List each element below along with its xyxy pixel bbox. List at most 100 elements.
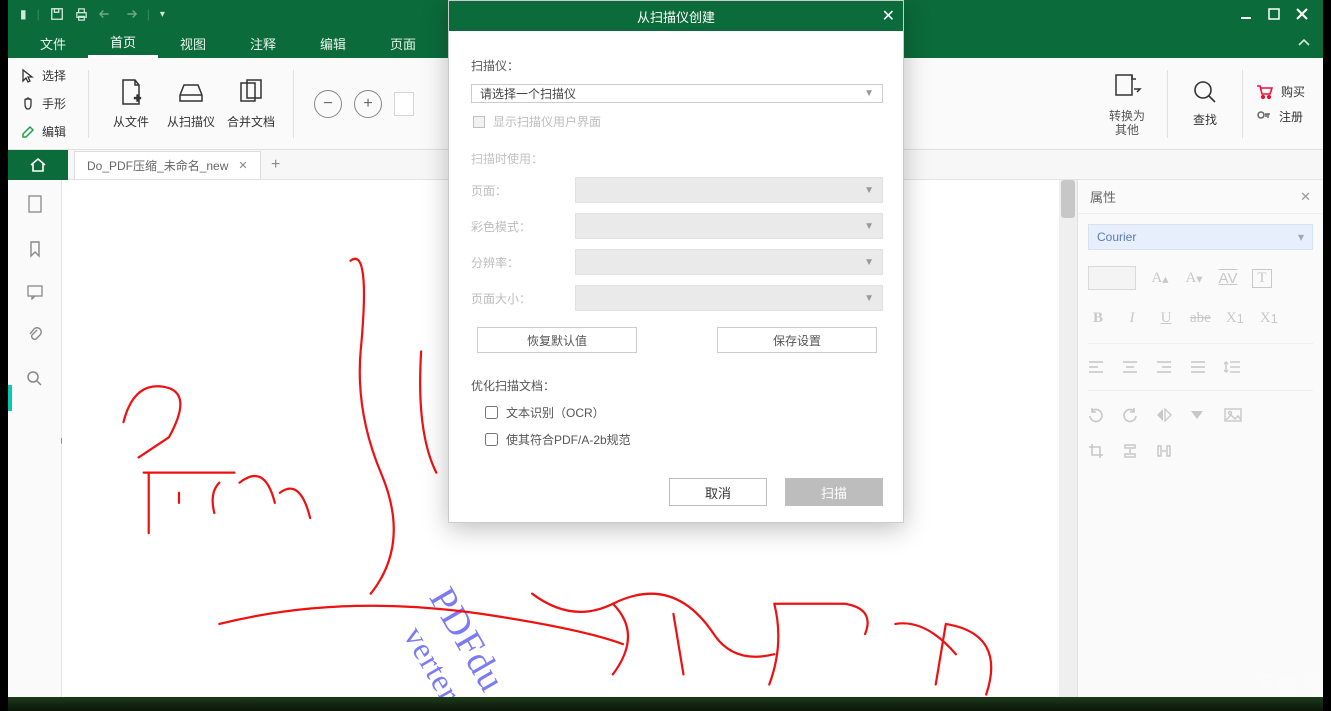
- svg-text:+: +: [134, 91, 141, 105]
- convert-other-button[interactable]: 转换为 其他: [1099, 71, 1155, 137]
- desktop-background-strip: [8, 697, 1323, 711]
- menu-view[interactable]: 视图: [158, 28, 228, 58]
- app-close-button[interactable]: [1289, 4, 1315, 24]
- qat-more-icon[interactable]: ▾: [160, 9, 165, 20]
- left-nav: ▸: [8, 180, 62, 700]
- restore-defaults-button[interactable]: 恢复默认值: [477, 327, 637, 353]
- font-size-box[interactable]: [1088, 266, 1136, 290]
- ribbon-collapse-icon[interactable]: [1297, 36, 1311, 53]
- redo-icon[interactable]: [123, 8, 137, 20]
- document-tab-label: Do_PDF压缩_未命名_new: [87, 157, 228, 174]
- rotate-ccw-icon[interactable]: [1088, 407, 1108, 423]
- dialog-close-icon[interactable]: ✕: [882, 6, 895, 26]
- merge-button[interactable]: 合并文档: [221, 77, 281, 130]
- flip-h-icon[interactable]: [1156, 408, 1176, 422]
- menu-page[interactable]: 页面: [368, 28, 438, 58]
- align-right-icon[interactable]: [1156, 360, 1176, 374]
- menu-edit[interactable]: 编辑: [298, 28, 368, 58]
- menu-file[interactable]: 文件: [18, 28, 88, 58]
- rotate-cw-icon[interactable]: [1122, 407, 1142, 423]
- properties-title: 属性: [1090, 187, 1116, 206]
- hand-tool[interactable]: 手形: [20, 92, 66, 116]
- undo-icon[interactable]: [99, 8, 113, 20]
- font-caret-icon: ▾: [1298, 230, 1304, 244]
- search-nav-icon[interactable]: [26, 370, 43, 387]
- resolution-label: 分辨率：: [471, 254, 567, 271]
- ocr-checkbox[interactable]: [485, 406, 498, 419]
- properties-close-icon[interactable]: ✕: [1300, 189, 1311, 205]
- ocr-label: 文本识别（OCR）: [506, 404, 605, 421]
- maximize-button[interactable]: [1261, 4, 1287, 24]
- zoom-out-button[interactable]: −: [314, 90, 342, 118]
- from-scanner-button[interactable]: 从扫描仪: [161, 77, 221, 130]
- add-tab-button[interactable]: +: [261, 156, 291, 174]
- edit-tool[interactable]: 编辑: [20, 120, 66, 144]
- dialog-title: 从扫描仪创建: [637, 7, 715, 26]
- from-file-label: 从文件: [113, 113, 149, 130]
- char-spacing-icon[interactable]: AV: [1218, 270, 1238, 287]
- register-button[interactable]: 注册: [1255, 108, 1305, 125]
- document-tab[interactable]: Do_PDF压缩_未命名_new ✕: [74, 151, 261, 179]
- print-icon[interactable]: [74, 7, 89, 22]
- comments-icon[interactable]: [26, 284, 44, 300]
- align-center-icon[interactable]: [1122, 360, 1142, 374]
- distribute-v-icon[interactable]: [1122, 443, 1142, 459]
- save-icon[interactable]: [50, 7, 64, 21]
- scan-button[interactable]: 扫描: [785, 478, 883, 506]
- cancel-button[interactable]: 取消: [669, 478, 767, 506]
- page-size-select[interactable]: ▼: [575, 285, 883, 311]
- italic-icon[interactable]: I: [1122, 310, 1142, 327]
- align-justify-icon[interactable]: [1190, 360, 1210, 374]
- color-mode-select[interactable]: ▼: [575, 213, 883, 239]
- page-size-label: 页面大小：: [471, 290, 567, 307]
- underline-icon[interactable]: U: [1156, 310, 1176, 327]
- scan-use-label: 扫描时使用：: [471, 150, 883, 167]
- canvas-scrollbar[interactable]: [1059, 180, 1077, 700]
- scanner-select[interactable]: 请选择一个扫描仪 ▼: [471, 84, 883, 103]
- buy-label: 购买: [1281, 83, 1305, 100]
- font-grow-icon[interactable]: A▴: [1150, 270, 1170, 287]
- bookmarks-icon[interactable]: [27, 240, 43, 258]
- resolution-select[interactable]: ▼: [575, 249, 883, 275]
- subscript-icon[interactable]: X1: [1259, 310, 1279, 327]
- buy-button[interactable]: 购买: [1255, 83, 1305, 100]
- font-select[interactable]: Courier ▾: [1088, 224, 1313, 250]
- site-watermark: 下载吧: [1251, 667, 1323, 699]
- zoom-value-box[interactable]: [394, 92, 414, 116]
- pdfa-checkbox[interactable]: [485, 433, 498, 446]
- zoom-in-button[interactable]: +: [354, 90, 382, 118]
- edit-label: 编辑: [42, 123, 66, 140]
- menu-annotate[interactable]: 注释: [228, 28, 298, 58]
- app-icon: ▮: [20, 7, 27, 21]
- scanner-dialog: 从扫描仪创建 ✕ 扫描仪： 请选择一个扫描仪 ▼ 显示扫描仪用户界面 扫描时使用…: [448, 0, 904, 523]
- caret-icon: ▼: [864, 88, 874, 99]
- thumbnails-icon[interactable]: [26, 194, 44, 214]
- crop-icon[interactable]: [1088, 443, 1108, 459]
- close-tab-icon[interactable]: ✕: [238, 159, 247, 172]
- show-ui-checkbox[interactable]: [473, 116, 485, 128]
- page-select[interactable]: ▼: [575, 177, 883, 203]
- minimize-button[interactable]: [1233, 4, 1259, 24]
- qat-sep: |: [37, 7, 40, 21]
- superscript-icon[interactable]: X1: [1225, 310, 1245, 327]
- select-tool[interactable]: 选择: [20, 64, 66, 88]
- align-left-icon[interactable]: [1088, 360, 1108, 374]
- find-button[interactable]: 查找: [1180, 79, 1230, 128]
- image-icon[interactable]: [1224, 408, 1244, 422]
- save-settings-button[interactable]: 保存设置: [717, 327, 877, 353]
- strikethrough-icon[interactable]: abe: [1190, 310, 1211, 327]
- distribute-h-icon[interactable]: [1156, 443, 1176, 459]
- text-box-icon[interactable]: T: [1252, 269, 1272, 288]
- from-file-button[interactable]: + 从文件: [101, 77, 161, 130]
- menu-home[interactable]: 首页: [88, 28, 158, 58]
- attachments-icon[interactable]: [27, 326, 43, 344]
- merge-label: 合并文档: [227, 113, 275, 130]
- font-shrink-icon[interactable]: A▾: [1184, 270, 1204, 287]
- line-spacing-icon[interactable]: [1224, 360, 1244, 374]
- home-tab[interactable]: [8, 150, 68, 180]
- scanner-select-placeholder: 请选择一个扫描仪: [480, 85, 576, 102]
- bold-icon[interactable]: B: [1088, 310, 1108, 327]
- pdfa-label: 使其符合PDF/A-2b规范: [506, 431, 631, 448]
- properties-panel: 属性 ✕ Courier ▾ A▴ A▾ AV T B I U: [1077, 180, 1323, 700]
- flip-v-icon[interactable]: [1190, 407, 1210, 423]
